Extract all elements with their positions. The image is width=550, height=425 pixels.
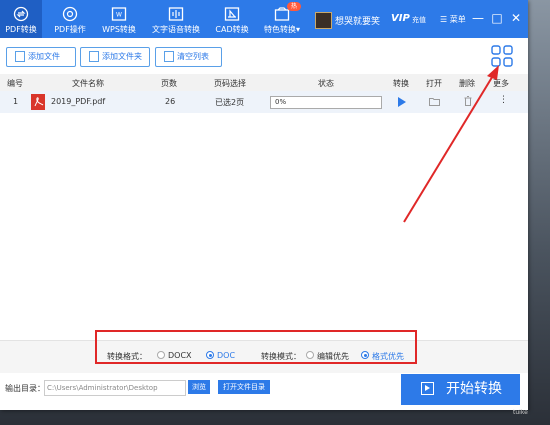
- app-window: PDF转换 PDF操作 W WPS转换 文字语音转换 CAD转换 特色转换▾ 热…: [0, 0, 528, 410]
- menu-label: 菜单: [449, 15, 466, 24]
- progress-text: 0%: [275, 98, 287, 106]
- maximize-button[interactable]: □: [490, 11, 504, 25]
- row-page-selection[interactable]: 已选2页: [215, 97, 244, 108]
- tab-label: CAD转换: [215, 25, 249, 34]
- row-index: 1: [13, 97, 19, 106]
- voice-icon: [168, 7, 184, 21]
- header-convert: 转换: [393, 79, 409, 88]
- tab-label: 文字语音转换: [152, 25, 200, 34]
- toolbar: 添加文件 添加文件夹 清空列表: [0, 38, 528, 74]
- close-button[interactable]: ✕: [509, 11, 523, 25]
- header-status: 状态: [318, 79, 334, 88]
- menu-button[interactable]: ☰ 菜单: [440, 14, 466, 25]
- add-folder-button[interactable]: 添加文件夹: [80, 47, 150, 67]
- svg-text:W: W: [116, 12, 122, 19]
- tab-wps-convert[interactable]: W WPS转换: [97, 0, 141, 38]
- header-page-selection: 页码选择: [214, 79, 246, 88]
- header-index: 编号: [7, 79, 23, 88]
- progress-bar: 0%: [270, 96, 382, 109]
- clear-list-button[interactable]: 清空列表: [155, 47, 222, 67]
- top-nav-bar: PDF转换 PDF操作 W WPS转换 文字语音转换 CAD转换 特色转换▾ 热…: [0, 0, 528, 38]
- header-pages: 页数: [161, 79, 177, 88]
- file-table-header: 编号 文件名称 页数 页码选择 状态 转换 打开 删除 更多: [0, 74, 528, 91]
- wps-icon: W: [111, 7, 127, 21]
- tab-label: WPS转换: [102, 25, 136, 34]
- clear-list-label: 清空列表: [177, 52, 209, 61]
- play-icon[interactable]: [398, 97, 406, 107]
- user-name[interactable]: 想哭就要笑: [335, 14, 380, 27]
- minimize-button[interactable]: —: [471, 11, 485, 25]
- trash-icon[interactable]: [464, 96, 472, 106]
- tab-cad-convert[interactable]: CAD转换: [212, 0, 252, 38]
- annotation-highlight-box: [95, 330, 417, 364]
- open-folder-button[interactable]: 打开文件目录: [218, 380, 270, 394]
- tab-text-voice[interactable]: 文字语音转换: [148, 0, 204, 38]
- watermark: tuike: [513, 409, 528, 416]
- tab-pdf-operate[interactable]: PDF操作: [48, 0, 92, 38]
- folder-icon[interactable]: [429, 97, 440, 106]
- more-icon[interactable]: ⋮: [499, 95, 508, 105]
- recharge-label[interactable]: 充值: [412, 15, 426, 25]
- pdf-file-icon: [31, 94, 45, 110]
- row-pages: 26: [165, 97, 176, 106]
- header-more: 更多: [493, 79, 509, 88]
- pdf-convert-icon: [13, 6, 29, 22]
- add-file-label: 添加文件: [28, 52, 60, 61]
- menu-icon: ☰: [440, 15, 448, 24]
- row-file-name: 2019_PDF.pdf: [51, 97, 106, 106]
- add-folder-label: 添加文件夹: [102, 52, 142, 61]
- output-label: 输出目录：: [5, 384, 45, 393]
- cad-icon: [224, 7, 240, 21]
- clear-list-icon: [164, 51, 174, 62]
- add-file-icon: [15, 51, 25, 62]
- browse-button[interactable]: 浏览: [188, 380, 210, 394]
- table-row[interactable]: 1 2019_PDF.pdf 26 已选2页 0% ⋮: [0, 91, 528, 113]
- header-delete: 删除: [459, 79, 475, 88]
- avatar[interactable]: [315, 12, 332, 29]
- header-file-name: 文件名称: [72, 79, 104, 88]
- tab-label: 特色转换▾: [263, 25, 300, 34]
- add-file-button[interactable]: 添加文件: [6, 47, 76, 67]
- grid-view-icon[interactable]: [491, 45, 513, 67]
- hot-badge: 热: [287, 2, 301, 11]
- tab-pdf-convert[interactable]: PDF转换: [0, 0, 42, 38]
- vip-label[interactable]: VIP: [391, 13, 410, 24]
- tab-label: PDF转换: [5, 25, 37, 34]
- header-open: 打开: [426, 79, 442, 88]
- pdf-operate-icon: [62, 6, 78, 22]
- start-convert-label: 开始转换: [446, 381, 502, 397]
- tab-label: PDF操作: [54, 25, 86, 34]
- play-icon: [421, 382, 434, 395]
- start-convert-button[interactable]: 开始转换: [401, 374, 520, 405]
- output-path-field[interactable]: C:\Users\Administrator\Desktop: [44, 380, 186, 396]
- add-folder-icon: [89, 51, 99, 62]
